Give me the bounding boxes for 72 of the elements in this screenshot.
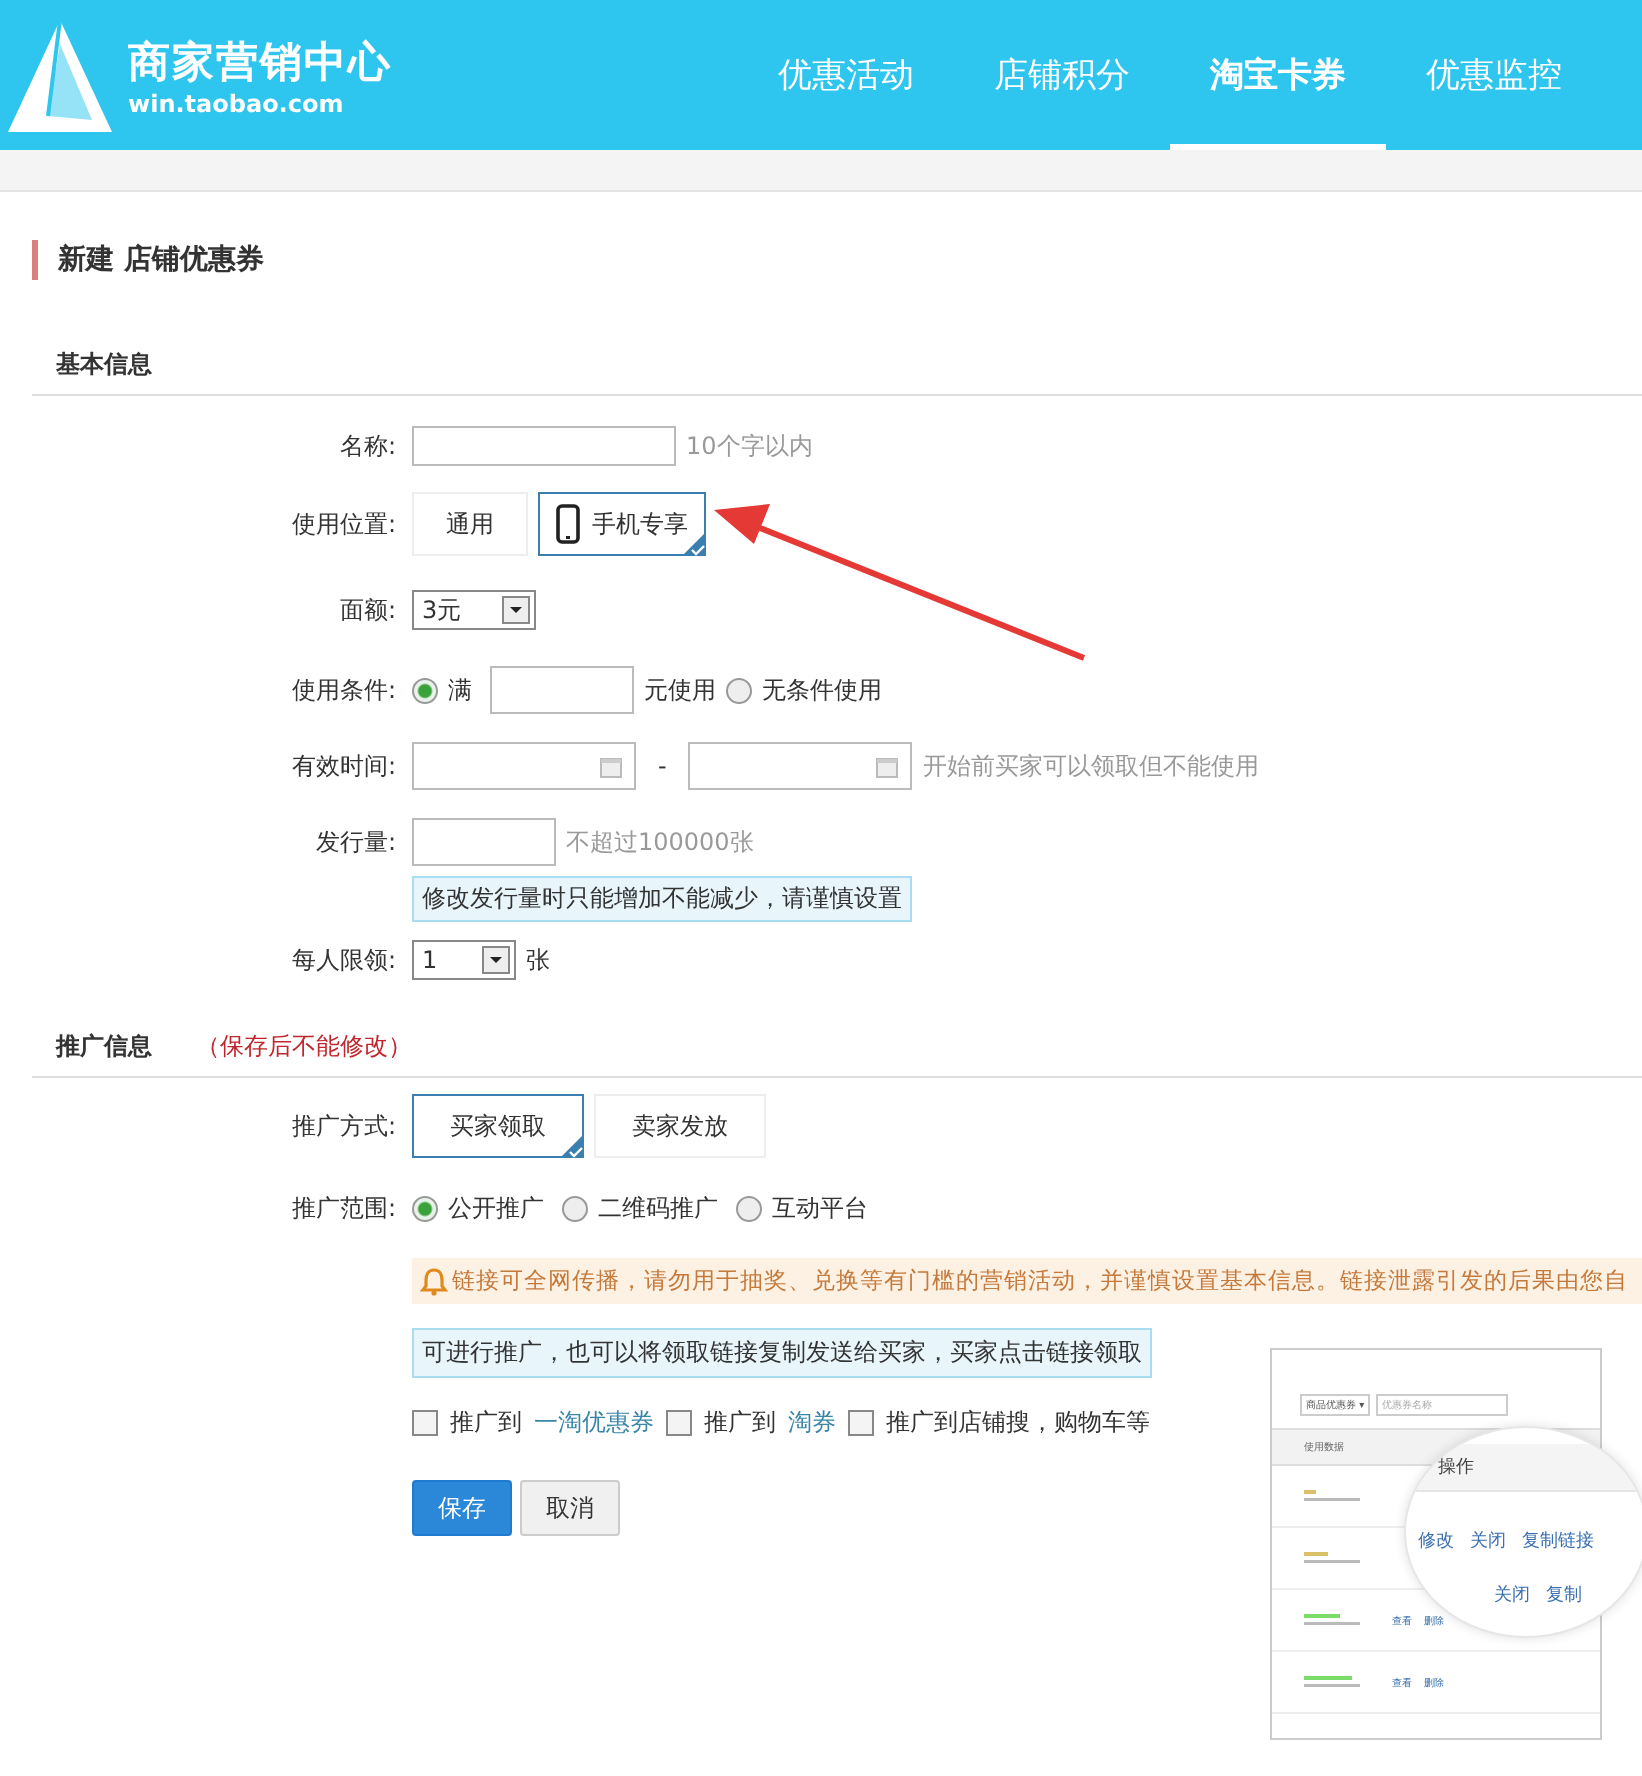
checkbox[interactable] <box>412 1410 438 1436</box>
field-label: 面额: <box>337 593 396 627</box>
limit-select[interactable]: 1 <box>412 940 516 980</box>
section-title: 基本信息 <box>56 348 152 382</box>
radio-option[interactable]: 互动平台 <box>736 1191 868 1225</box>
unit-text: 元使用 <box>644 673 716 707</box>
field-label: 使用位置: <box>289 507 396 541</box>
radio-icon[interactable] <box>562 1195 588 1221</box>
field-label: 名称: <box>337 429 396 463</box>
page-title: 新建 店铺优惠券 <box>32 240 1642 280</box>
checkbox[interactable] <box>848 1410 874 1436</box>
field-label: 发行量: <box>313 825 396 859</box>
row-link[interactable]: 复制链接 <box>1522 1528 1594 1554</box>
hint-text: 不超过100000张 <box>566 825 754 859</box>
hint-text: 10个字以内 <box>686 429 813 463</box>
option-tile[interactable]: 卖家发放 <box>594 1094 766 1158</box>
calendar-icon <box>600 755 622 777</box>
row-link[interactable]: 关闭 <box>1470 1528 1506 1554</box>
phone-icon <box>556 504 580 544</box>
amount-select[interactable]: 3元 <box>412 590 536 630</box>
channel-link[interactable]: 一淘优惠券 <box>534 1406 654 1440</box>
radio-icon[interactable] <box>412 677 438 703</box>
dropdown-caret-icon <box>482 946 510 974</box>
field-label: 推广方式: <box>289 1109 396 1143</box>
date-field[interactable] <box>412 742 636 790</box>
section-note: （保存后不能修改） <box>196 1030 412 1064</box>
cancel-button[interactable]: 取消 <box>520 1480 620 1536</box>
range-separator: - <box>658 752 667 780</box>
usage-bar-icon <box>1304 1674 1360 1690</box>
field-label: 推广范围: <box>289 1191 396 1225</box>
radio-icon[interactable] <box>726 677 752 703</box>
checkbox-label: 推广到店铺搜，购物车等 <box>886 1406 1150 1440</box>
warning-text: 链接可全网传播，请勿用于抽奖、兑换等有门槛的营销活动，并谨慎设置基本信息。链接泄露引发的后果由您自 <box>452 1266 1628 1296</box>
field-label: 每人限领: <box>289 943 396 977</box>
info-text: 可进行推广，也可以将领取链接复制发送给买家，买家点击链接领取 <box>412 1328 1152 1378</box>
quantity-input[interactable] <box>412 818 556 866</box>
check-corner-icon <box>560 1134 584 1158</box>
row-link[interactable]: 复制 <box>1546 1582 1582 1608</box>
option-tile[interactable]: 手机专享 <box>538 492 706 556</box>
unit-text: 张 <box>526 943 550 977</box>
usage-bar-icon <box>1304 1550 1360 1566</box>
check-corner-icon <box>682 532 706 556</box>
name-input[interactable] <box>412 426 676 466</box>
channel-link[interactable]: 淘券 <box>788 1406 836 1440</box>
radio-option[interactable]: 公开推广 <box>412 1191 544 1225</box>
hint-text: 开始前买家可以领取但不能使用 <box>922 749 1259 783</box>
save-button[interactable]: 保存 <box>412 1480 512 1536</box>
usage-bar-icon <box>1304 1488 1360 1504</box>
notice-text: 修改发行量时只能增加不能减少，请谨慎设置 <box>412 876 912 922</box>
row-link[interactable]: 修改 <box>1418 1528 1454 1554</box>
option-tile[interactable]: 通用 <box>412 492 528 556</box>
usage-bar-icon <box>1304 1612 1360 1628</box>
radio-option[interactable]: 无条件使用 <box>726 673 882 707</box>
radio-icon[interactable] <box>412 1195 438 1221</box>
row-link[interactable]: 关闭 <box>1494 1582 1530 1608</box>
radio-option[interactable]: 二维码推广 <box>562 1191 718 1225</box>
field-label: 使用条件: <box>289 673 396 707</box>
logo-url: win.taobao.com <box>128 89 346 117</box>
dropdown-caret-icon <box>502 596 530 624</box>
field-label: 有效时间: <box>289 749 396 783</box>
calendar-icon <box>876 755 899 777</box>
bell-icon <box>420 1267 448 1295</box>
logo-title: 商家营销中心 <box>128 35 392 89</box>
amount-input[interactable] <box>490 666 634 714</box>
section-title: 推广信息 <box>56 1030 152 1064</box>
radio-option[interactable]: 满 <box>412 673 472 707</box>
date-field[interactable] <box>688 742 913 790</box>
radio-icon[interactable] <box>736 1195 762 1221</box>
option-tile[interactable]: 买家领取 <box>412 1094 584 1158</box>
checkbox-label: 推广到 <box>704 1406 776 1440</box>
checkbox-label: 推广到 <box>450 1406 522 1440</box>
checkbox[interactable] <box>666 1410 692 1436</box>
